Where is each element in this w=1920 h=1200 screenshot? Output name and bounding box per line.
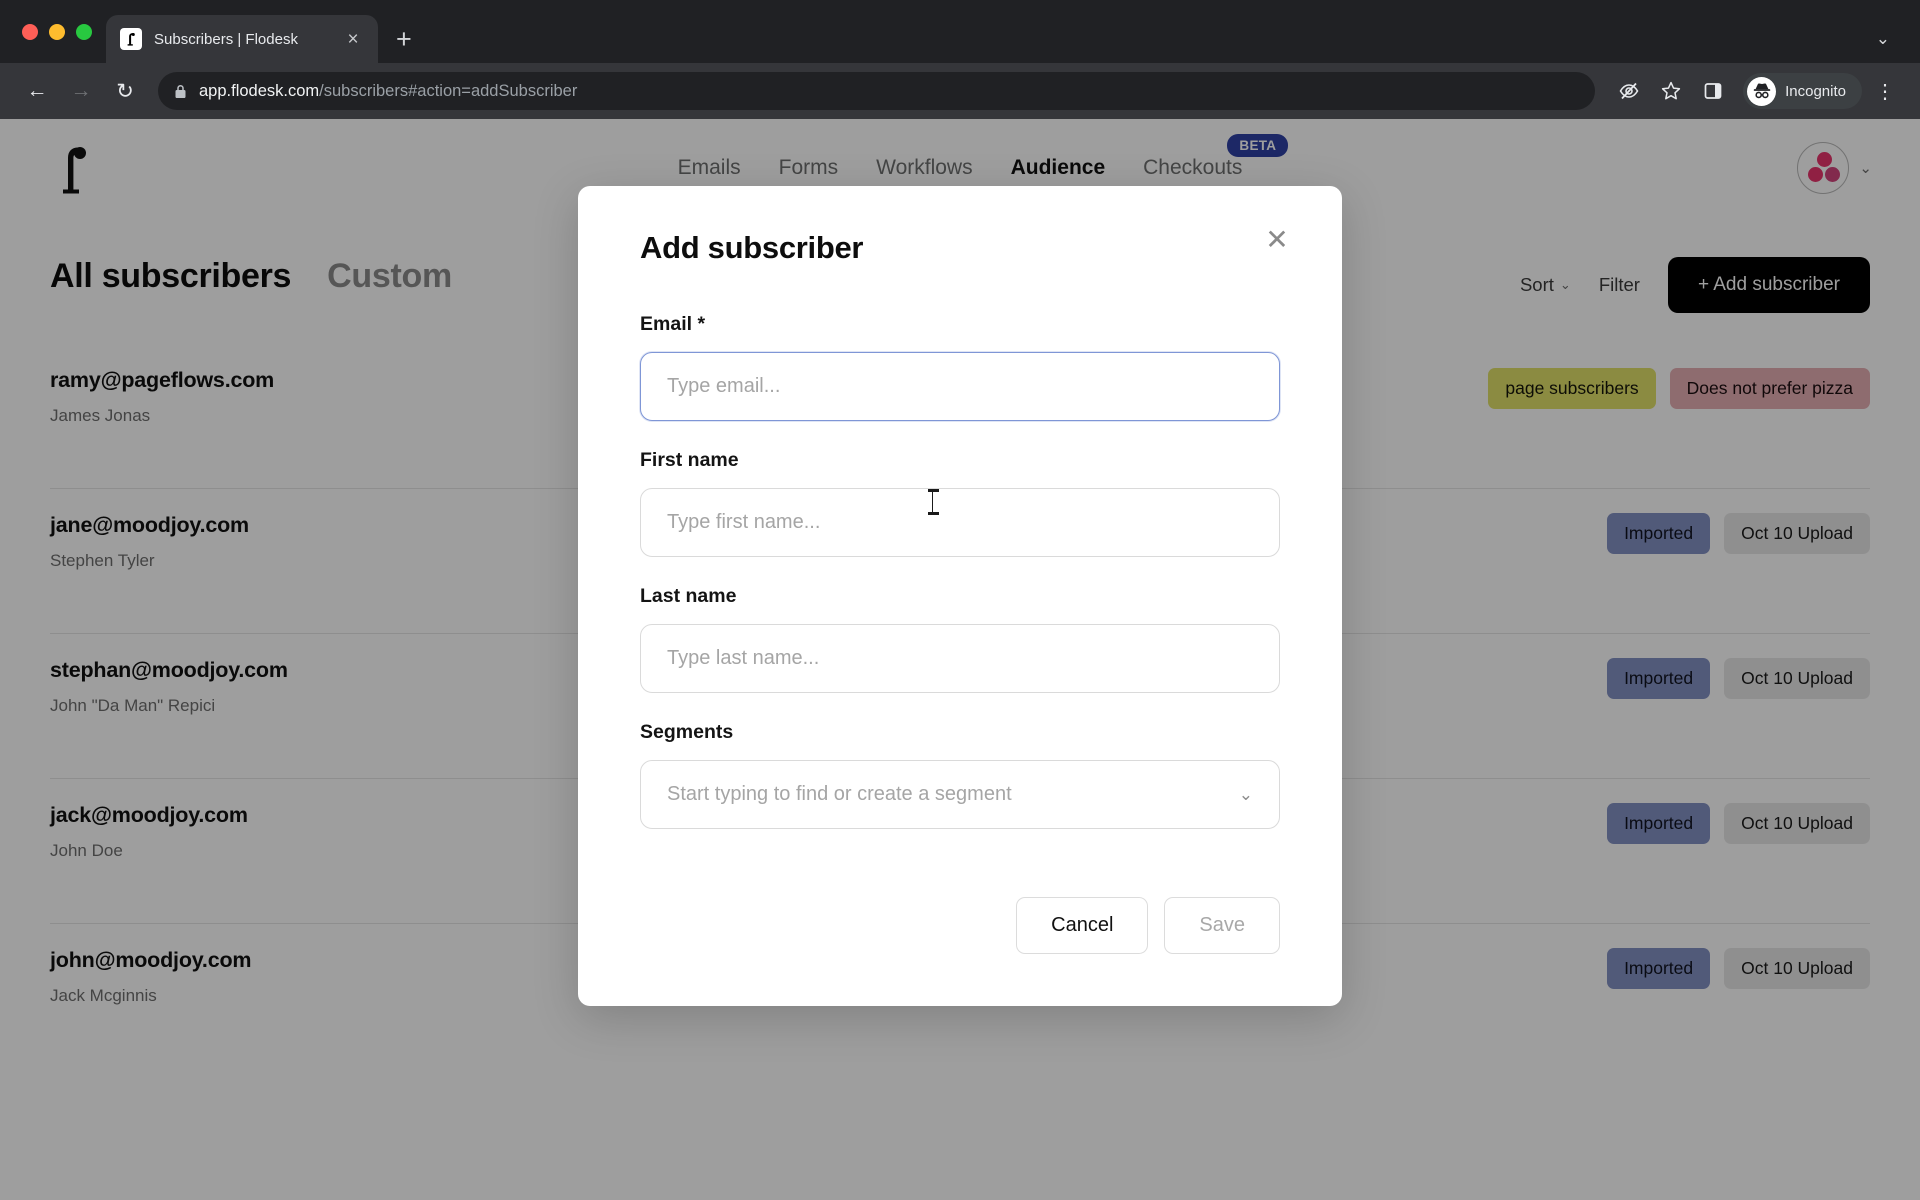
address-bar[interactable]: app.flodesk.com/subscribers#action=addSu… bbox=[158, 72, 1596, 110]
save-button[interactable]: Save bbox=[1164, 897, 1280, 954]
last-name-label: Last name bbox=[640, 585, 737, 607]
back-button[interactable]: ← bbox=[18, 72, 56, 110]
eye-off-icon[interactable] bbox=[1611, 73, 1647, 109]
star-icon[interactable] bbox=[1653, 73, 1689, 109]
browser-toolbar: ← → ↻ app.flodesk.com/subscribers#action… bbox=[0, 63, 1920, 119]
flodesk-favicon-icon bbox=[120, 28, 142, 50]
close-icon[interactable]: ✕ bbox=[1260, 222, 1294, 256]
maximize-window-button[interactable] bbox=[76, 23, 92, 40]
window-traffic-lights bbox=[14, 0, 106, 63]
last-name-input[interactable]: Type last name... bbox=[640, 624, 1280, 693]
toolbar-icon-group: Incognito ⋮ bbox=[1611, 73, 1902, 109]
lock-icon bbox=[174, 84, 187, 99]
segments-placeholder: Start typing to find or create a segment bbox=[667, 783, 1012, 805]
chevron-down-icon[interactable]: ⌄ bbox=[1876, 29, 1890, 49]
address-bar-host: app.flodesk.com bbox=[199, 81, 320, 100]
browser-tab[interactable]: Subscribers | Flodesk × bbox=[106, 15, 378, 63]
cancel-button[interactable]: Cancel bbox=[1016, 897, 1149, 954]
modal-layer: ✕ Add subscriber Email * Type email... F… bbox=[0, 119, 1920, 1200]
dialog-actions: Cancel Save bbox=[640, 897, 1280, 954]
dialog-title: Add subscriber bbox=[640, 230, 864, 265]
close-tab-icon[interactable]: × bbox=[342, 30, 364, 49]
chevron-down-icon[interactable]: ⌄ bbox=[1239, 785, 1253, 805]
segments-select[interactable]: Start typing to find or create a segment… bbox=[640, 760, 1280, 829]
add-subscriber-dialog: ✕ Add subscriber Email * Type email... F… bbox=[578, 186, 1342, 1006]
forward-button[interactable]: → bbox=[62, 72, 100, 110]
side-panel-icon[interactable] bbox=[1695, 73, 1731, 109]
email-label: Email * bbox=[640, 313, 706, 335]
new-tab-button[interactable]: + bbox=[396, 26, 412, 53]
browser-tab-title: Subscribers | Flodesk bbox=[154, 30, 298, 48]
close-window-button[interactable] bbox=[22, 23, 38, 40]
page-viewport: Emails Forms Workflows Audience Checkout… bbox=[0, 119, 1920, 1200]
incognito-label: Incognito bbox=[1785, 82, 1846, 100]
email-input[interactable]: Type email... bbox=[640, 352, 1280, 421]
reload-button[interactable]: ↻ bbox=[106, 72, 144, 110]
browser-window: Subscribers | Flodesk × + ⌄ ← → ↻ app.fl… bbox=[0, 0, 1920, 1200]
segments-label: Segments bbox=[640, 721, 734, 743]
first-name-input[interactable]: Type first name... bbox=[640, 488, 1280, 557]
last-name-field-group: Last name Type last name... bbox=[640, 585, 1280, 693]
address-bar-path: /subscribers#action=addSubscriber bbox=[319, 81, 578, 100]
minimize-window-button[interactable] bbox=[49, 23, 65, 40]
incognito-profile-chip[interactable]: Incognito bbox=[1743, 73, 1862, 109]
incognito-icon bbox=[1747, 76, 1777, 106]
browser-tab-strip: Subscribers | Flodesk × + ⌄ bbox=[0, 0, 1920, 63]
browser-menu-button[interactable]: ⋮ bbox=[1868, 79, 1902, 104]
segments-field-group: Segments Start typing to find or create … bbox=[640, 721, 1280, 829]
address-bar-url: app.flodesk.com/subscribers#action=addSu… bbox=[199, 82, 577, 101]
first-name-label: First name bbox=[640, 449, 739, 471]
email-field-group: Email * Type email... bbox=[640, 313, 1280, 421]
first-name-field-group: First name Type first name... bbox=[640, 449, 1280, 557]
